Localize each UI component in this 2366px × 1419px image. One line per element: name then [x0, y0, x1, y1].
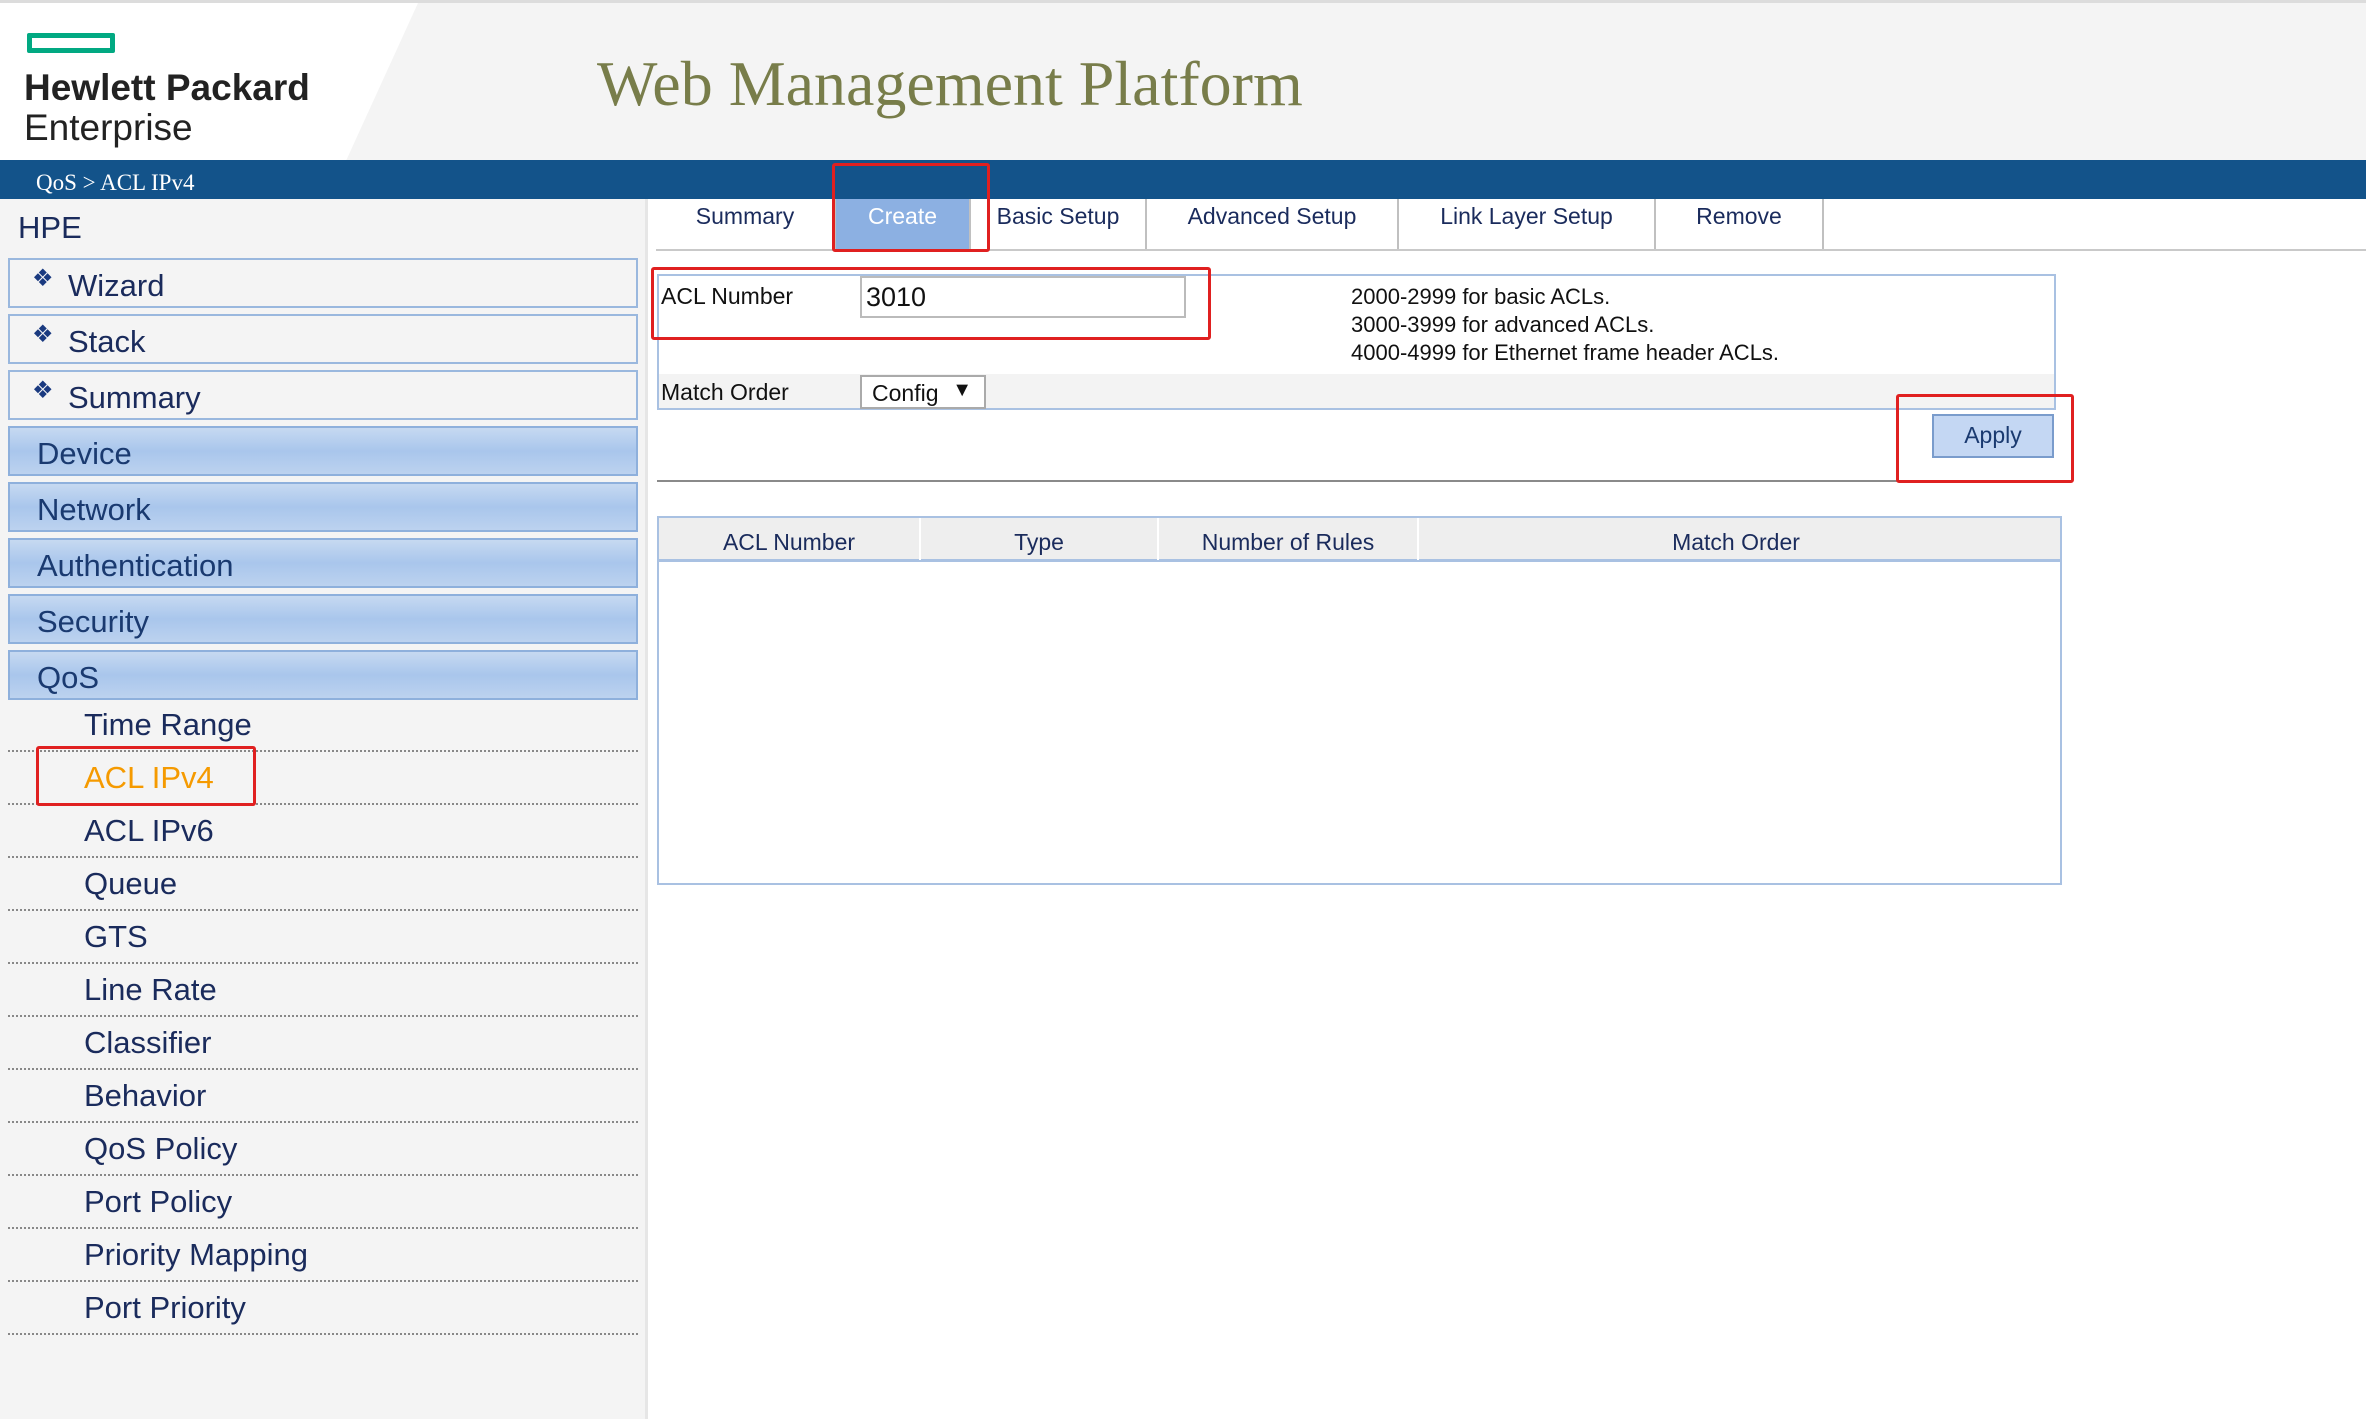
diamond-icon: ❖ [32, 265, 54, 292]
sidebar-item-gts[interactable]: GTS [8, 911, 638, 964]
breadcrumb-bar [0, 160, 2366, 199]
sidebar-item-label: Time Range [84, 707, 252, 742]
sidebar-item-label: Wizard [68, 268, 165, 303]
sidebar-item-label: Behavior [84, 1078, 207, 1113]
tab-basic-setup[interactable]: Basic Setup [971, 199, 1147, 249]
logo-panel: Hewlett Packard Enterprise [0, 3, 418, 163]
tab-remove[interactable]: Remove [1656, 199, 1824, 249]
sidebar-item-acl-ipv6[interactable]: ACL IPv6 [8, 805, 638, 858]
column-header-number-of-rules[interactable]: Number of Rules [1159, 518, 1417, 562]
sidebar-item-label: Classifier [84, 1025, 212, 1060]
tab-link-layer-setup[interactable]: Link Layer Setup [1399, 199, 1656, 249]
sidebar-category-qos[interactable]: QoS [8, 650, 638, 700]
sidebar-item-label: Summary [68, 380, 201, 415]
sidebar-item-label: Priority Mapping [84, 1237, 308, 1272]
diamond-icon: ❖ [32, 377, 54, 404]
match-order-label: Match Order [661, 379, 789, 405]
sidebar-category-label: Device [37, 436, 132, 471]
acl-range-hint: 2000-2999 for basic ACLs. [1351, 284, 1611, 309]
sidebar-category-authentication[interactable]: Authentication [8, 538, 638, 588]
sidebar-item-port-policy[interactable]: Port Policy [8, 1176, 638, 1229]
sidebar-category-security[interactable]: Security [8, 594, 638, 644]
sidebar-item-label: Port Policy [84, 1184, 233, 1219]
hpe-logo-icon [27, 33, 115, 53]
highlight-create-tab [832, 163, 990, 252]
sidebar-item-label: ACL IPv6 [84, 813, 214, 848]
brand-name-line1: Hewlett Packard [24, 67, 310, 108]
acl-range-hint: 4000-4999 for Ethernet frame header ACLs… [1351, 340, 1780, 365]
sidebar-item-wizard[interactable]: ❖ Wizard [8, 258, 638, 308]
sidebar-item-label: QoS Policy [84, 1131, 238, 1166]
sidebar-item-line-rate[interactable]: Line Rate [8, 964, 638, 1017]
acl-range-hint: 3000-3999 for advanced ACLs. [1351, 312, 1655, 337]
sidebar-item-label: Queue [84, 866, 178, 901]
sidebar-category-label: Network [37, 492, 151, 527]
tab-advanced-setup[interactable]: Advanced Setup [1147, 199, 1399, 249]
header-banner: Hewlett Packard Enterprise Web Managemen… [0, 0, 2366, 163]
sidebar-category-network[interactable]: Network [8, 482, 638, 532]
dropdown-arrow-icon: ▼ [952, 379, 972, 401]
highlight-apply-button [1896, 394, 2074, 483]
match-order-value: Config [872, 380, 939, 406]
sidebar-item-label: GTS [84, 919, 148, 954]
highlight-acl-number [651, 267, 1211, 340]
sidebar-root-label[interactable]: HPE [18, 210, 82, 246]
sidebar-item-label: Port Priority [84, 1290, 246, 1325]
acl-table [657, 516, 2062, 885]
sidebar-item-qos-policy[interactable]: QoS Policy [8, 1123, 638, 1176]
breadcrumb: QoS > ACL IPv4 [36, 170, 195, 195]
sidebar-item-queue[interactable]: Queue [8, 858, 638, 911]
section-divider [657, 480, 2056, 482]
sidebar-item-stack[interactable]: ❖ Stack [8, 314, 638, 364]
brand-name-line2: Enterprise [24, 107, 193, 148]
sidebar-item-behavior[interactable]: Behavior [8, 1070, 638, 1123]
sidebar-category-label: Security [37, 604, 149, 639]
sidebar-category-label: QoS [37, 660, 100, 695]
sidebar-item-label: Line Rate [84, 972, 217, 1007]
highlight-acl-ipv4 [36, 746, 256, 806]
sidebar-item-port-priority[interactable]: Port Priority [8, 1282, 638, 1335]
sidebar-category-device[interactable]: Device [8, 426, 638, 476]
sidebar-category-label: Authentication [37, 548, 234, 583]
sidebar-item-priority-mapping[interactable]: Priority Mapping [8, 1229, 638, 1282]
match-order-select[interactable]: Config ▼ [860, 375, 986, 409]
tab-summary[interactable]: Summary [656, 199, 836, 249]
sidebar-item-time-range[interactable]: Time Range [8, 699, 638, 752]
app-title: Web Management Platform [597, 48, 1303, 119]
column-header-acl-number[interactable]: ACL Number [659, 518, 919, 562]
sidebar-item-classifier[interactable]: Classifier [8, 1017, 638, 1070]
sidebar-item-label: Stack [68, 324, 146, 359]
column-header-match-order[interactable]: Match Order [1419, 518, 2053, 562]
sidebar-item-summary[interactable]: ❖ Summary [8, 370, 638, 420]
diamond-icon: ❖ [32, 321, 54, 348]
column-header-type[interactable]: Type [921, 518, 1157, 562]
